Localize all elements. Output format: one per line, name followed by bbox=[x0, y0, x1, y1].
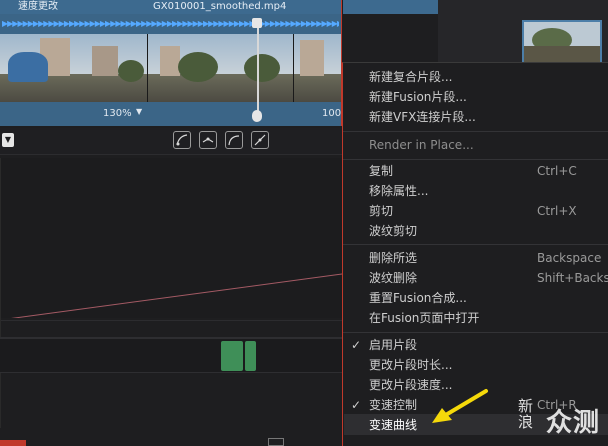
menu-item-render-in-place: Render in Place... bbox=[369, 138, 474, 152]
menu-item-delete-selected[interactable]: 删除所选 bbox=[369, 248, 417, 268]
menu-item-copy[interactable]: 复制 bbox=[369, 161, 393, 181]
retime-curve-graph[interactable] bbox=[0, 158, 342, 318]
clip-header: 速度更改 GX010001_smoothed.mp4 bbox=[0, 0, 341, 14]
watermark-text: 众测 bbox=[546, 408, 601, 438]
menu-item-retime-curve[interactable]: 变速曲线 bbox=[369, 415, 417, 435]
menu-item-open-in-fusion[interactable]: 在Fusion页面中打开 bbox=[369, 308, 479, 328]
keyframe-marker[interactable] bbox=[245, 341, 256, 371]
curve-editor-toolbar: ▼ bbox=[0, 128, 342, 155]
speed-track[interactable]: ▶▶▶▶▶▶▶▶▶▶▶▶▶▶▶▶▶▶▶▶▶▶▶▶▶▶▶▶▶▶▶▶▶▶▶▶▶▶▶▶… bbox=[0, 14, 341, 34]
menu-item-ripple-delete[interactable]: 波纹删除 bbox=[369, 268, 417, 288]
clip-thumbnails bbox=[0, 34, 341, 102]
keyframe-marker[interactable] bbox=[221, 341, 243, 371]
menu-shortcut-copy: Ctrl+C bbox=[537, 164, 577, 178]
divider bbox=[0, 320, 342, 321]
thumbnail-frame bbox=[294, 34, 341, 102]
curve-ease-out-icon[interactable] bbox=[225, 131, 243, 149]
playhead-line[interactable] bbox=[257, 20, 259, 120]
menu-separator bbox=[343, 159, 608, 160]
thumbnail-frame bbox=[148, 34, 294, 102]
menu-separator bbox=[343, 244, 608, 245]
menu-separator bbox=[343, 131, 608, 132]
timeline-clip[interactable]: 速度更改 GX010001_smoothed.mp4 ▶▶▶▶▶▶▶▶▶▶▶▶▶… bbox=[0, 0, 342, 126]
clip-filename: GX010001_smoothed.mp4 bbox=[153, 1, 287, 12]
menu-item-new-vfx-connect-clip[interactable]: 新建VFX连接片段... bbox=[369, 107, 476, 127]
clip-speed-label: 速度更改 bbox=[18, 1, 58, 12]
status-indicator bbox=[0, 440, 26, 446]
keyframe-lane[interactable] bbox=[0, 339, 342, 373]
speed-percent-label-right[interactable]: 100 bbox=[322, 108, 341, 119]
watermark: 新浪 众测 bbox=[518, 396, 608, 440]
menu-item-remove-attributes[interactable]: 移除属性... bbox=[369, 181, 428, 201]
menu-shortcut-delete: Backspace bbox=[537, 251, 602, 265]
curve-linear-icon[interactable] bbox=[199, 131, 217, 149]
menu-item-enable-clip[interactable]: 启用片段 bbox=[369, 335, 417, 355]
playhead-handle[interactable] bbox=[252, 18, 262, 28]
menu-shortcut-ripple-delete: Shift+Backsp bbox=[537, 271, 608, 285]
speed-arrows: ▶▶▶▶▶▶▶▶▶▶▶▶▶▶▶▶▶▶▶▶▶▶▶▶▶▶▶▶▶▶▶▶▶▶▶▶▶▶▶▶… bbox=[2, 19, 339, 28]
curve-ease-in-icon[interactable] bbox=[173, 131, 191, 149]
menu-item-reset-fusion-comp[interactable]: 重置Fusion合成... bbox=[369, 288, 467, 308]
chevron-down-icon[interactable]: ▼ bbox=[136, 107, 142, 116]
clip-footer: 130% ▼ 100 bbox=[0, 102, 341, 126]
menu-item-change-clip-duration[interactable]: 更改片段时长... bbox=[369, 355, 452, 375]
chevron-down-icon[interactable]: ▼ bbox=[2, 133, 14, 147]
menu-item-new-compound-clip[interactable]: 新建复合片段... bbox=[369, 67, 452, 87]
retime-curve bbox=[11, 273, 342, 318]
speed-percent-label[interactable]: 130% bbox=[103, 108, 132, 119]
menu-item-retime-controls[interactable]: 变速控制 bbox=[369, 395, 417, 415]
media-thumbnail[interactable] bbox=[522, 20, 602, 64]
checkmark-icon: ✓ bbox=[351, 398, 362, 412]
speed-point-handle[interactable] bbox=[252, 110, 262, 122]
panel-button[interactable] bbox=[268, 438, 284, 446]
watermark-logo: 新浪 bbox=[518, 397, 534, 431]
divider bbox=[0, 372, 342, 373]
menu-item-cut[interactable]: 剪切 bbox=[369, 201, 393, 221]
curve-bezier-icon[interactable] bbox=[251, 131, 269, 149]
annotation-arrow-icon bbox=[432, 389, 488, 423]
clip-header-continuation bbox=[343, 0, 438, 14]
divider bbox=[0, 158, 1, 428]
checkmark-icon: ✓ bbox=[351, 338, 362, 352]
menu-item-new-fusion-clip[interactable]: 新建Fusion片段... bbox=[369, 87, 467, 107]
menu-shortcut-cut: Ctrl+X bbox=[537, 204, 577, 218]
menu-separator bbox=[343, 332, 608, 333]
thumbnail-frame bbox=[0, 34, 148, 102]
menu-item-ripple-cut[interactable]: 波纹剪切 bbox=[369, 221, 417, 241]
